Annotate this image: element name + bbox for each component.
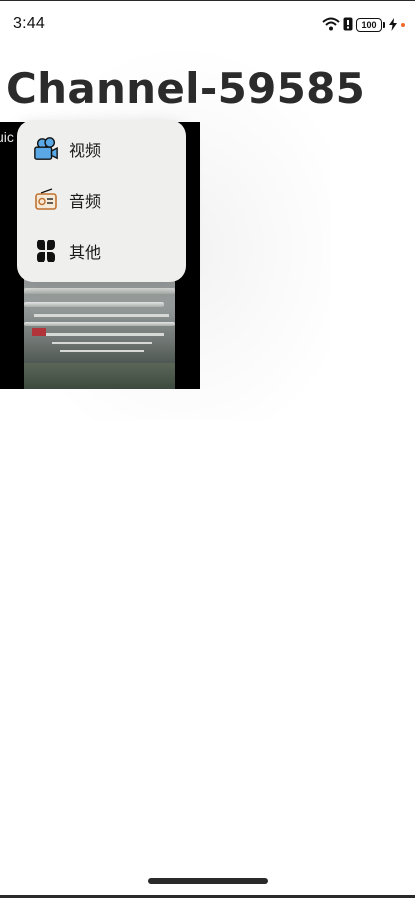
charging-icon (389, 16, 397, 35)
charging-dot (401, 23, 405, 27)
video-caption: uic (0, 129, 14, 145)
menu-item-label: 音频 (69, 192, 102, 211)
grid-icon (33, 238, 59, 264)
status-icons: 100 (322, 16, 405, 34)
status-bar: 3:44 100 (0, 1, 415, 41)
menu-item-video[interactable]: 视频 (17, 124, 186, 174)
menu-item-label: 视频 (69, 141, 102, 160)
wifi-icon (322, 16, 340, 35)
status-time: 3:44 (13, 15, 45, 32)
video-frame (24, 270, 175, 389)
home-indicator[interactable] (148, 878, 268, 884)
video-camera-icon (33, 136, 59, 162)
menu-item-other[interactable]: 其他 (17, 226, 186, 276)
page-title: Channel-59585 (6, 64, 366, 113)
menu-item-label: 其他 (69, 243, 102, 262)
alert-icon (343, 16, 353, 35)
radio-icon (33, 187, 59, 213)
menu-item-audio[interactable]: 音频 (17, 175, 186, 225)
popup-menu: 视频 音频 其他 (17, 120, 186, 282)
battery-icon: 100 (356, 18, 385, 32)
